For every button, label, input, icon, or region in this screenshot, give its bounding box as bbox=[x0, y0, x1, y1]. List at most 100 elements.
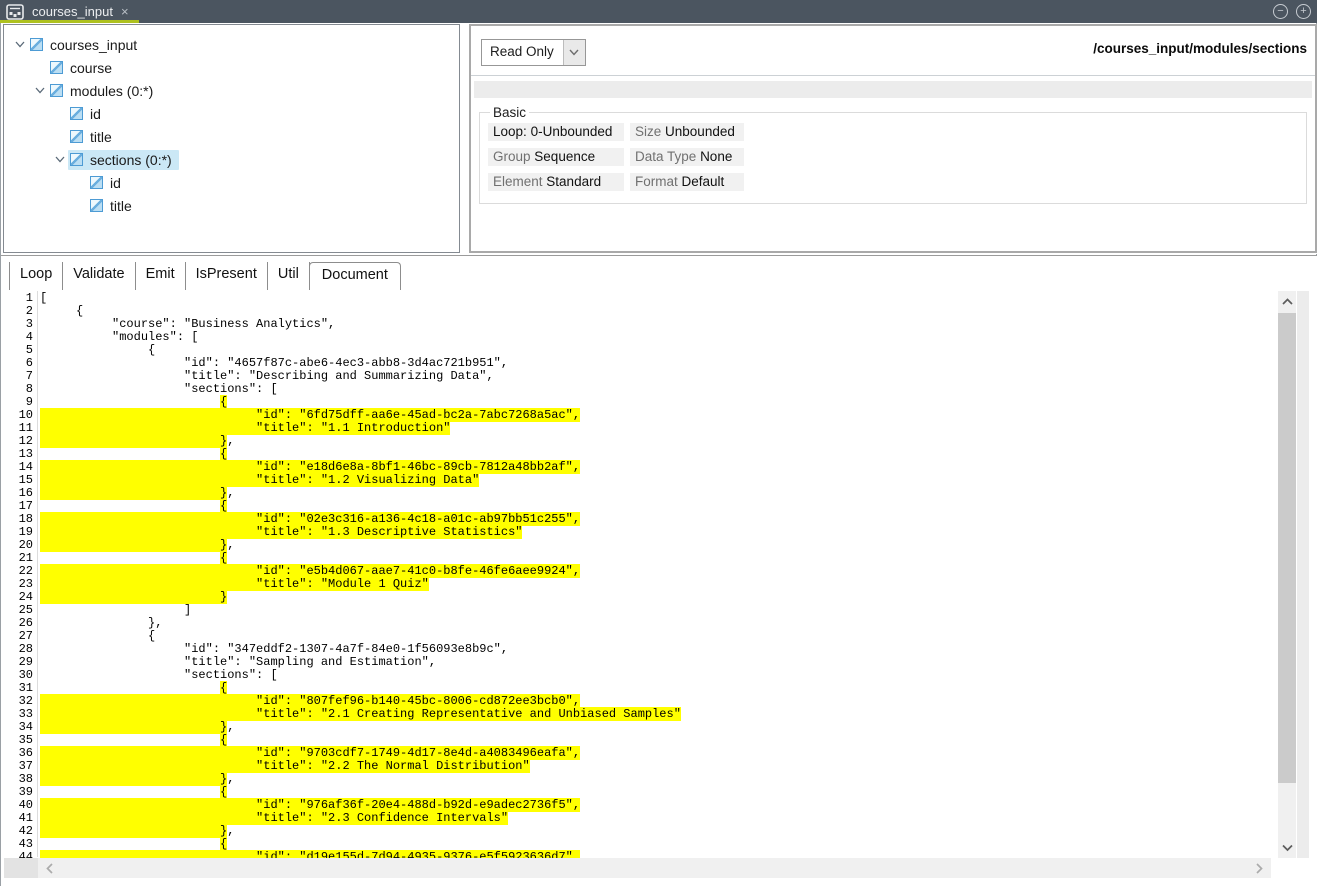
scroll-left-icon[interactable] bbox=[40, 858, 60, 878]
tree-node-box[interactable]: sections (0:*) bbox=[68, 150, 179, 170]
element-node-icon bbox=[70, 153, 83, 166]
property-chip-size: Size Unbounded bbox=[630, 123, 744, 141]
property-chip-format: Format Default bbox=[630, 173, 744, 191]
tab-document[interactable]: Document bbox=[309, 262, 401, 290]
detail-header: Read Only /courses_input/modules/section… bbox=[471, 26, 1315, 76]
tree-item-course[interactable]: course bbox=[4, 56, 459, 79]
code-line: "course": "Business Analytics", bbox=[40, 318, 1276, 331]
chevron-down-icon[interactable] bbox=[563, 40, 585, 65]
json-document[interactable]: [ { "course": "Business Analytics", "mod… bbox=[40, 292, 1276, 858]
highlighted-text: "id": "e18d6e8a-8bf1-46bc-89cb-7812a48bb… bbox=[40, 460, 580, 474]
code-line: "modules": [ bbox=[40, 331, 1276, 344]
app-window: courses_input × − + courses_inputcourse m… bbox=[0, 0, 1317, 886]
plain-text: ] bbox=[40, 603, 191, 617]
element-node-icon bbox=[70, 130, 83, 143]
highlighted-text: "id": "9703cdf7-1749-4d17-8e4d-a4083496e… bbox=[40, 746, 580, 760]
tree-item-id[interactable]: id bbox=[4, 171, 459, 194]
plain-text: , bbox=[227, 538, 234, 552]
property-chip-element: Element Standard bbox=[488, 173, 624, 191]
plain-text: , bbox=[227, 434, 234, 448]
lower-panel: LoopValidateEmitIsPresentUtilDocument 12… bbox=[1, 255, 1317, 886]
property-value: Unbounded bbox=[665, 124, 735, 139]
tree-node-box[interactable]: course bbox=[48, 58, 119, 78]
plain-text: "modules": [ bbox=[40, 330, 198, 344]
schema-tree: courses_inputcourse modules (0:*) id title s… bbox=[4, 33, 459, 217]
property-value: 0-Unbounded bbox=[531, 124, 613, 139]
element-node-icon bbox=[50, 84, 63, 97]
plain-text: "title": "Sampling and Estimation", bbox=[40, 655, 436, 669]
property-label: Group bbox=[493, 149, 531, 164]
vertical-scrollbar[interactable] bbox=[1278, 291, 1296, 858]
tree-item-id[interactable]: id bbox=[4, 102, 459, 125]
document-tab[interactable]: courses_input × bbox=[0, 0, 139, 23]
tree-node-box[interactable]: id bbox=[88, 173, 128, 193]
tree-item-sections-0[interactable]: sections (0:*) bbox=[4, 148, 459, 171]
tab-loop[interactable]: Loop bbox=[9, 262, 63, 290]
tree-node-box[interactable]: title bbox=[68, 127, 119, 147]
highlighted-text: { bbox=[220, 785, 227, 799]
tree-item-label: title bbox=[110, 198, 132, 214]
tree-item-title[interactable]: title bbox=[4, 194, 459, 217]
tab-ispresent[interactable]: IsPresent bbox=[186, 262, 268, 290]
highlighted-text: "id": "e5b4d067-aae7-41c0-b8fe-46fe6aee9… bbox=[40, 564, 580, 578]
property-chip-group: Group Sequence bbox=[488, 148, 624, 166]
tree-node-box[interactable]: modules (0:*) bbox=[48, 81, 160, 101]
highlighted-text: } bbox=[40, 720, 227, 734]
tab-util[interactable]: Util bbox=[268, 262, 310, 290]
plain-text: "id": "347eddf2-1307-4a7f-84e0-1f56093e8… bbox=[40, 642, 508, 656]
property-value: Standard bbox=[546, 174, 601, 189]
close-icon[interactable]: × bbox=[121, 5, 129, 18]
chevron-down-icon[interactable] bbox=[52, 153, 68, 167]
chevron-down-icon[interactable] bbox=[12, 38, 28, 52]
element-node-icon bbox=[50, 61, 63, 74]
tree-item-title[interactable]: title bbox=[4, 125, 459, 148]
minus-circle-icon[interactable]: − bbox=[1273, 4, 1288, 19]
gutter-separator bbox=[37, 291, 38, 857]
highlighted-text: "id": "02e3c316-a136-4c18-a01c-ab97bb51c… bbox=[40, 512, 580, 526]
tree-item-courses-input[interactable]: courses_input bbox=[4, 33, 459, 56]
tree-node-box[interactable]: courses_input bbox=[28, 35, 144, 55]
tree-item-label: id bbox=[110, 175, 121, 191]
plain-text: { bbox=[40, 629, 155, 643]
highlighted-text: } bbox=[40, 824, 227, 838]
chevron-placeholder bbox=[32, 61, 48, 75]
tree-item-modules-0[interactable]: modules (0:*) bbox=[4, 79, 459, 102]
scrollbar-corner bbox=[4, 858, 38, 878]
plain-text bbox=[40, 447, 220, 461]
plain-text: , bbox=[227, 720, 234, 734]
property-chip-data-type: Data Type None bbox=[630, 148, 744, 166]
highlighted-text: { bbox=[220, 551, 227, 565]
tab-validate[interactable]: Validate bbox=[63, 262, 135, 290]
tree-item-label: id bbox=[90, 106, 101, 122]
vertical-scroll-thumb[interactable] bbox=[1278, 313, 1296, 783]
highlighted-text: } bbox=[40, 590, 227, 604]
scroll-up-icon[interactable] bbox=[1278, 293, 1296, 310]
tree-node-box[interactable]: title bbox=[88, 196, 139, 216]
plain-text: { bbox=[40, 343, 155, 357]
plain-text: "sections": [ bbox=[40, 668, 278, 682]
scroll-down-icon[interactable] bbox=[1278, 839, 1296, 856]
scroll-right-icon[interactable] bbox=[1249, 858, 1269, 878]
highlighted-text: } bbox=[40, 434, 227, 448]
node-path: /courses_input/modules/sections bbox=[1093, 41, 1307, 56]
tab-emit[interactable]: Emit bbox=[136, 262, 186, 290]
mapper-document-icon bbox=[6, 4, 24, 20]
mode-select[interactable]: Read Only bbox=[481, 39, 586, 66]
document-editor: 1234567891011121314151617181920212223242… bbox=[1, 291, 1317, 886]
tree-item-label: sections (0:*) bbox=[90, 152, 172, 168]
plain-text: }, bbox=[40, 616, 162, 630]
horizontal-scrollbar[interactable] bbox=[38, 858, 1271, 878]
tree-node-box[interactable]: id bbox=[68, 104, 108, 124]
title-bar: courses_input × − + bbox=[0, 0, 1317, 23]
chevron-placeholder bbox=[52, 130, 68, 144]
chevron-down-icon[interactable] bbox=[32, 84, 48, 98]
node-detail-panel: Read Only /courses_input/modules/section… bbox=[469, 24, 1317, 253]
window-controls: − + bbox=[1273, 4, 1311, 19]
chevron-placeholder bbox=[72, 199, 88, 213]
mode-select-value: Read Only bbox=[482, 40, 563, 65]
element-node-icon bbox=[70, 107, 83, 120]
property-label: Format bbox=[635, 174, 678, 189]
plus-circle-icon[interactable]: + bbox=[1296, 4, 1311, 19]
scrollbar-edge-strip bbox=[1297, 291, 1309, 858]
detail-toolbar-strip bbox=[474, 81, 1312, 98]
